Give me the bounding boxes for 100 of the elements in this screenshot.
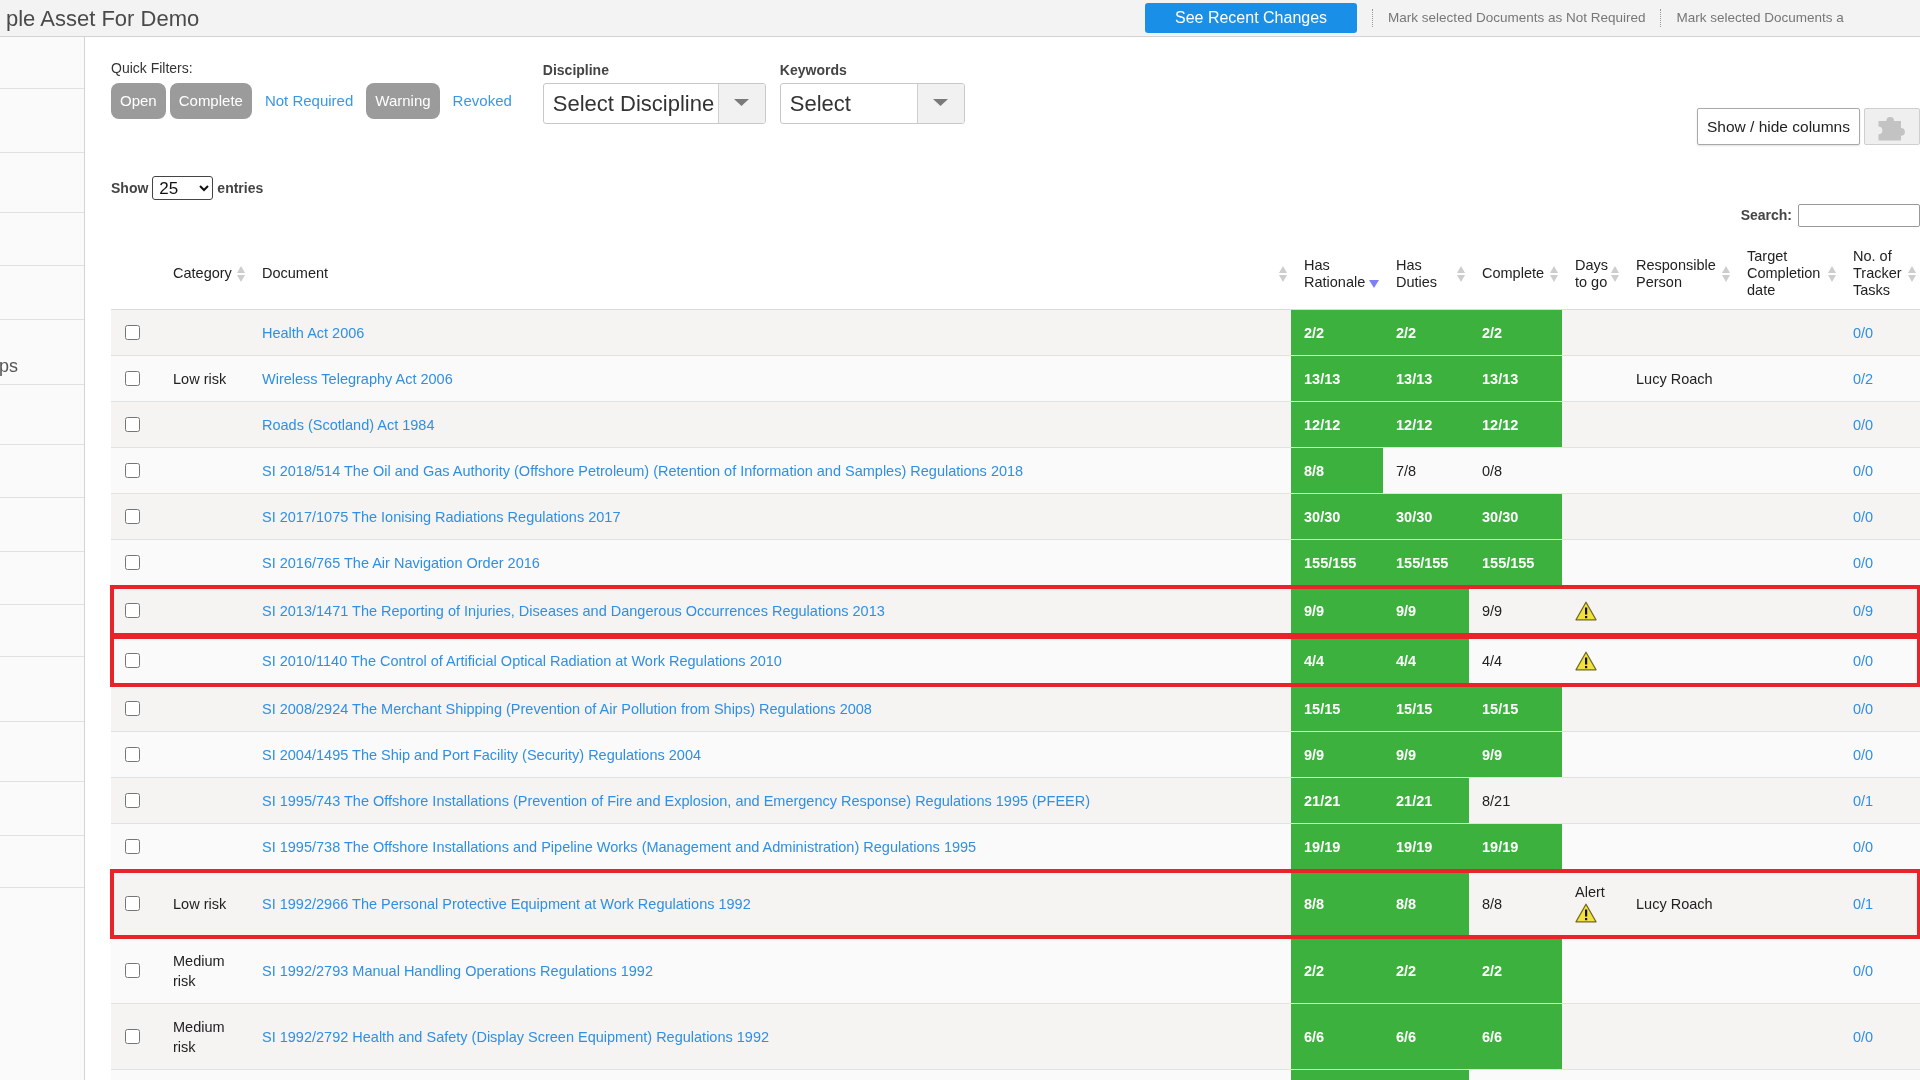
table-cell: 21/21 — [1383, 777, 1469, 824]
action-link[interactable]: Mark selected Documents as Not Required — [1388, 7, 1646, 29]
table-cell: Low risk — [160, 869, 249, 938]
row-checkbox[interactable] — [125, 555, 140, 570]
show-label: Show — [111, 178, 149, 198]
tracker-tasks-link[interactable]: 0/0 — [1853, 838, 1874, 855]
table-cell: 13/13 — [1469, 355, 1562, 402]
table-cell: 30/30 — [1469, 493, 1562, 540]
row-checkbox[interactable] — [125, 653, 140, 668]
row-checkbox[interactable] — [125, 463, 140, 478]
table-cell: 2/2 — [1383, 937, 1469, 1004]
tracker-tasks-link[interactable]: 0/0 — [1853, 554, 1874, 571]
row-checkbox[interactable] — [125, 701, 140, 716]
keywords-select[interactable]: Select — [779, 83, 965, 124]
caret-icon[interactable] — [717, 84, 765, 123]
table-cell: 6/6 — [1383, 1003, 1469, 1070]
table-cell: 6/6 — [1291, 1003, 1383, 1070]
tracker-tasks-link[interactable]: 0/0 — [1853, 700, 1874, 717]
table-cell: 4/4 — [1469, 635, 1562, 686]
filter-button[interactable]: Open — [111, 83, 166, 119]
row-checkbox[interactable] — [125, 325, 140, 340]
tracker-tasks-link[interactable]: 0/0 — [1853, 324, 1874, 341]
row-checkbox[interactable] — [125, 603, 140, 618]
table-cell: 2/2 — [1291, 309, 1383, 356]
row-checkbox[interactable] — [125, 896, 140, 911]
document-link[interactable]: SI 1992/2792 Health and Safety (Display Screen Equipment) Regulations 1992 — [262, 1028, 769, 1045]
table-cell: 12/12 — [1383, 401, 1469, 448]
document-link[interactable]: SI 1995/743 The Offshore Installations (Prevention of Fire and Explosion, and Emergency Response) Regulations 1995 (PFEER) — [262, 792, 1091, 809]
table-cell: 30/30 — [1383, 493, 1469, 540]
table-cell: Low risk — [160, 355, 249, 402]
table-cell: 12/12 — [1291, 401, 1383, 448]
row-checkbox[interactable] — [125, 417, 140, 432]
table-cell: 19/19 — [1469, 823, 1562, 870]
table-cell: 2/2 — [1383, 309, 1469, 356]
show-hide-columns-button[interactable]: Show / hide columns — [1696, 108, 1860, 145]
table-cell: 155/155 — [1291, 539, 1383, 586]
table-cell: 155/155 — [1383, 539, 1469, 586]
entries-select[interactable]: 25 — [152, 176, 214, 200]
tracker-tasks-link[interactable]: 0/0 — [1853, 462, 1874, 479]
document-link[interactable]: Wireless Telegraphy Act 2006 — [262, 370, 453, 387]
document-link[interactable]: SI 1995/738 The Offshore Installations and Pipeline Works (Management and Administration) Regulations 1995 — [262, 838, 977, 855]
sort-icon[interactable] — [1369, 279, 1379, 288]
document-link[interactable]: SI 1992/2966 The Personal Protective Equipment at Work Regulations 1992 — [262, 895, 751, 912]
table-cell: 13/13 — [1383, 355, 1469, 402]
table-cell: 8/21 — [1469, 777, 1562, 824]
document-link[interactable]: SI 2008/2924 The Merchant Shipping (Prevention of Air Pollution from Ships) Regulations 2008 — [262, 700, 872, 717]
table-cell: Lucy Roach — [1623, 355, 1734, 402]
search-field[interactable] — [1798, 204, 1920, 227]
filter-button[interactable]: Revoked — [443, 83, 521, 119]
discipline-label: Discipline — [542, 62, 610, 79]
page-title: ple Asset For Demo — [6, 5, 200, 31]
row-checkbox[interactable] — [125, 509, 140, 524]
row-checkbox[interactable] — [125, 963, 140, 978]
table-cell: 7/8 — [1383, 447, 1469, 494]
table-cell: 9/9 — [1469, 731, 1562, 778]
table-cell: Medium risk — [160, 1003, 249, 1070]
row-checkbox[interactable] — [125, 747, 140, 762]
table-cell: 30/30 — [1291, 493, 1383, 540]
table-cell: 2/2 — [1291, 937, 1383, 1004]
row-checkbox[interactable] — [125, 839, 140, 854]
tracker-tasks-link[interactable]: 0/1 — [1853, 792, 1874, 809]
document-link[interactable]: SI 2004/1495 The Ship and Port Facility (Security) Regulations 2004 — [262, 746, 701, 763]
document-link[interactable]: Health Act 2006 — [262, 324, 365, 341]
tracker-tasks-link[interactable]: 0/2 — [1853, 370, 1874, 387]
caret-icon[interactable] — [916, 84, 964, 123]
entries-label: entries — [217, 178, 264, 198]
document-link[interactable]: SI 2013/1471 The Reporting of Injuries, Diseases and Dangerous Occurrences Regulations 2013 — [262, 602, 885, 619]
document-link[interactable]: SI 2010/1140 The Control of Artificial Optical Radiation at Work Regulations 2010 — [262, 652, 782, 669]
days-to-go-text: Alert — [1575, 882, 1606, 901]
filter-button[interactable]: Complete — [169, 83, 252, 119]
quick-filters-label: Quick Filters: — [111, 60, 194, 77]
table-cell: 8/8 — [1469, 869, 1562, 938]
table-cell: 19/19 — [1291, 823, 1383, 870]
sidebar-item[interactable]: ps — [0, 353, 18, 380]
document-link[interactable]: SI 1992/2793 Manual Handling Operations Regulations 1992 — [262, 962, 653, 979]
tracker-tasks-link[interactable]: 0/0 — [1853, 962, 1874, 979]
tracker-tasks-link[interactable]: 0/0 — [1853, 1028, 1874, 1045]
table-cell: 13/13 — [1291, 355, 1383, 402]
tracker-tasks-link[interactable]: 0/1 — [1853, 895, 1874, 912]
table-cell: 15/15 — [1383, 685, 1469, 732]
action-link[interactable]: Mark selected Documents a — [1676, 7, 1844, 29]
row-checkbox[interactable] — [125, 1029, 140, 1044]
recent-changes-button[interactable]: See Recent Changes — [1145, 3, 1358, 33]
tracker-tasks-link[interactable]: 0/0 — [1853, 416, 1874, 433]
document-link[interactable]: SI 2018/514 The Oil and Gas Authority (Offshore Petroleum) (Retention of Information and Samples) Regulations 2018 — [262, 462, 1024, 479]
filter-button[interactable]: Warning — [366, 83, 440, 119]
filter-button[interactable]: Not Required — [255, 83, 363, 119]
table-cell: 12/12 — [1469, 401, 1562, 448]
row-checkbox[interactable] — [125, 371, 140, 386]
row-checkbox[interactable] — [125, 793, 140, 808]
document-link[interactable]: SI 2017/1075 The Ionising Radiations Regulations 2017 — [262, 508, 621, 525]
tracker-tasks-link[interactable]: 0/9 — [1853, 602, 1874, 619]
document-link[interactable]: Roads (Scotland) Act 1984 — [262, 416, 435, 433]
tracker-tasks-link[interactable]: 0/0 — [1853, 746, 1874, 763]
table-cell: 2/2 — [1469, 309, 1562, 356]
tracker-tasks-link[interactable]: 0/0 — [1853, 652, 1874, 669]
keywords-label: Keywords — [779, 62, 848, 79]
discipline-select[interactable]: Select Discipline — [542, 83, 766, 124]
document-link[interactable]: SI 2016/765 The Air Navigation Order 2016 — [262, 554, 540, 571]
tracker-tasks-link[interactable]: 0/0 — [1853, 508, 1874, 525]
